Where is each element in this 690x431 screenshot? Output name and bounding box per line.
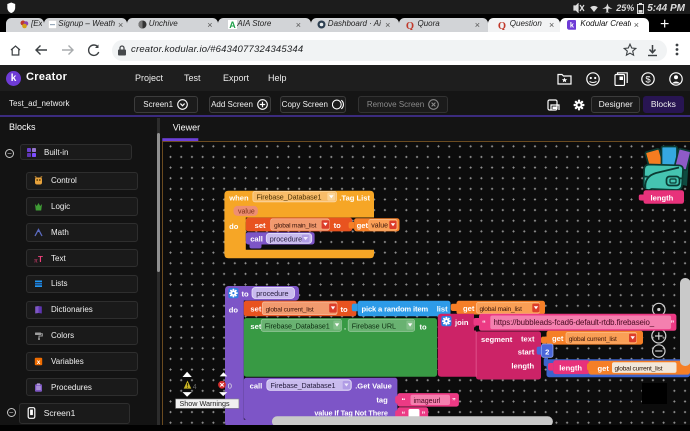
svg-text:to: to	[341, 305, 349, 314]
svg-text:global main_list: global main_list	[480, 306, 523, 313]
svg-text:when: when	[228, 194, 249, 203]
svg-text:text: text	[521, 335, 535, 344]
svg-text:get: get	[463, 304, 475, 313]
svg-text:Firebase URL: Firebase URL	[352, 322, 396, 331]
svg-text:Firebase_Database1: Firebase_Database1	[271, 381, 336, 390]
svg-text:.Get Value: .Get Value	[355, 381, 392, 390]
svg-text:set: set	[255, 221, 266, 230]
svg-text:length: length	[559, 364, 582, 373]
svg-text:4: 4	[193, 384, 197, 391]
svg-text:π: π	[34, 258, 38, 263]
svg-text:procedure: procedure	[270, 234, 302, 243]
svg-text:Show Warnings: Show Warnings	[180, 399, 230, 408]
svg-text:Firebase_Database1: Firebase_Database1	[265, 322, 330, 331]
svg-text:value: value	[238, 209, 255, 216]
svg-text:x: x	[37, 359, 41, 366]
svg-text:call: call	[250, 381, 263, 390]
svg-text:https://bubbleads-fcad6-defaul: https://bubbleads-fcad6-default-rtdb.fir…	[494, 318, 655, 327]
svg-text:A: A	[229, 20, 236, 29]
svg-text:tag: tag	[376, 395, 388, 404]
svg-text:do: do	[229, 306, 239, 315]
svg-text:get: get	[357, 221, 369, 230]
svg-text:.Tag List: .Tag List	[339, 193, 370, 202]
svg-text:global main_list: global main_list	[274, 223, 317, 230]
svg-text:to: to	[242, 290, 250, 299]
svg-text:Q: Q	[498, 21, 506, 30]
svg-text:global current_list: global current_list	[615, 366, 663, 373]
svg-text:global current_list: global current_list	[569, 336, 617, 343]
svg-text:do: do	[229, 222, 239, 231]
svg-text:set: set	[250, 305, 261, 314]
svg-text:segment: segment	[481, 335, 513, 344]
svg-text:global current_list: global current_list	[266, 307, 314, 314]
svg-text:“: “	[402, 396, 406, 405]
svg-text:“: “	[482, 318, 486, 327]
svg-text:join: join	[454, 318, 469, 327]
svg-text:T: T	[38, 255, 43, 263]
svg-text:2: 2	[545, 347, 549, 356]
svg-text:get: get	[598, 364, 610, 373]
svg-text:Firebase_Database1: Firebase_Database1	[257, 193, 322, 202]
svg-text:set: set	[250, 322, 261, 331]
svg-text:.: .	[344, 322, 346, 331]
svg-text:”: ”	[452, 396, 456, 405]
svg-text:length: length	[651, 193, 674, 202]
svg-text:value: value	[371, 223, 388, 230]
svg-text:pick a random item: pick a random item	[362, 305, 429, 314]
svg-text:Viewer: Viewer	[173, 123, 200, 133]
svg-text:get: get	[552, 334, 564, 343]
svg-text:imageurl: imageurl	[414, 398, 441, 405]
svg-text:Q: Q	[406, 21, 414, 30]
svg-text:start: start	[518, 347, 535, 356]
svg-text:length: length	[511, 361, 534, 370]
svg-text:”: ”	[671, 318, 675, 327]
svg-text:$: $	[645, 74, 651, 85]
svg-text:call: call	[250, 235, 263, 244]
svg-text:list: list	[437, 305, 448, 314]
svg-text:to: to	[420, 322, 428, 331]
svg-text:procedure: procedure	[256, 289, 288, 298]
svg-text:to: to	[334, 221, 342, 230]
svg-text:0: 0	[228, 382, 232, 391]
